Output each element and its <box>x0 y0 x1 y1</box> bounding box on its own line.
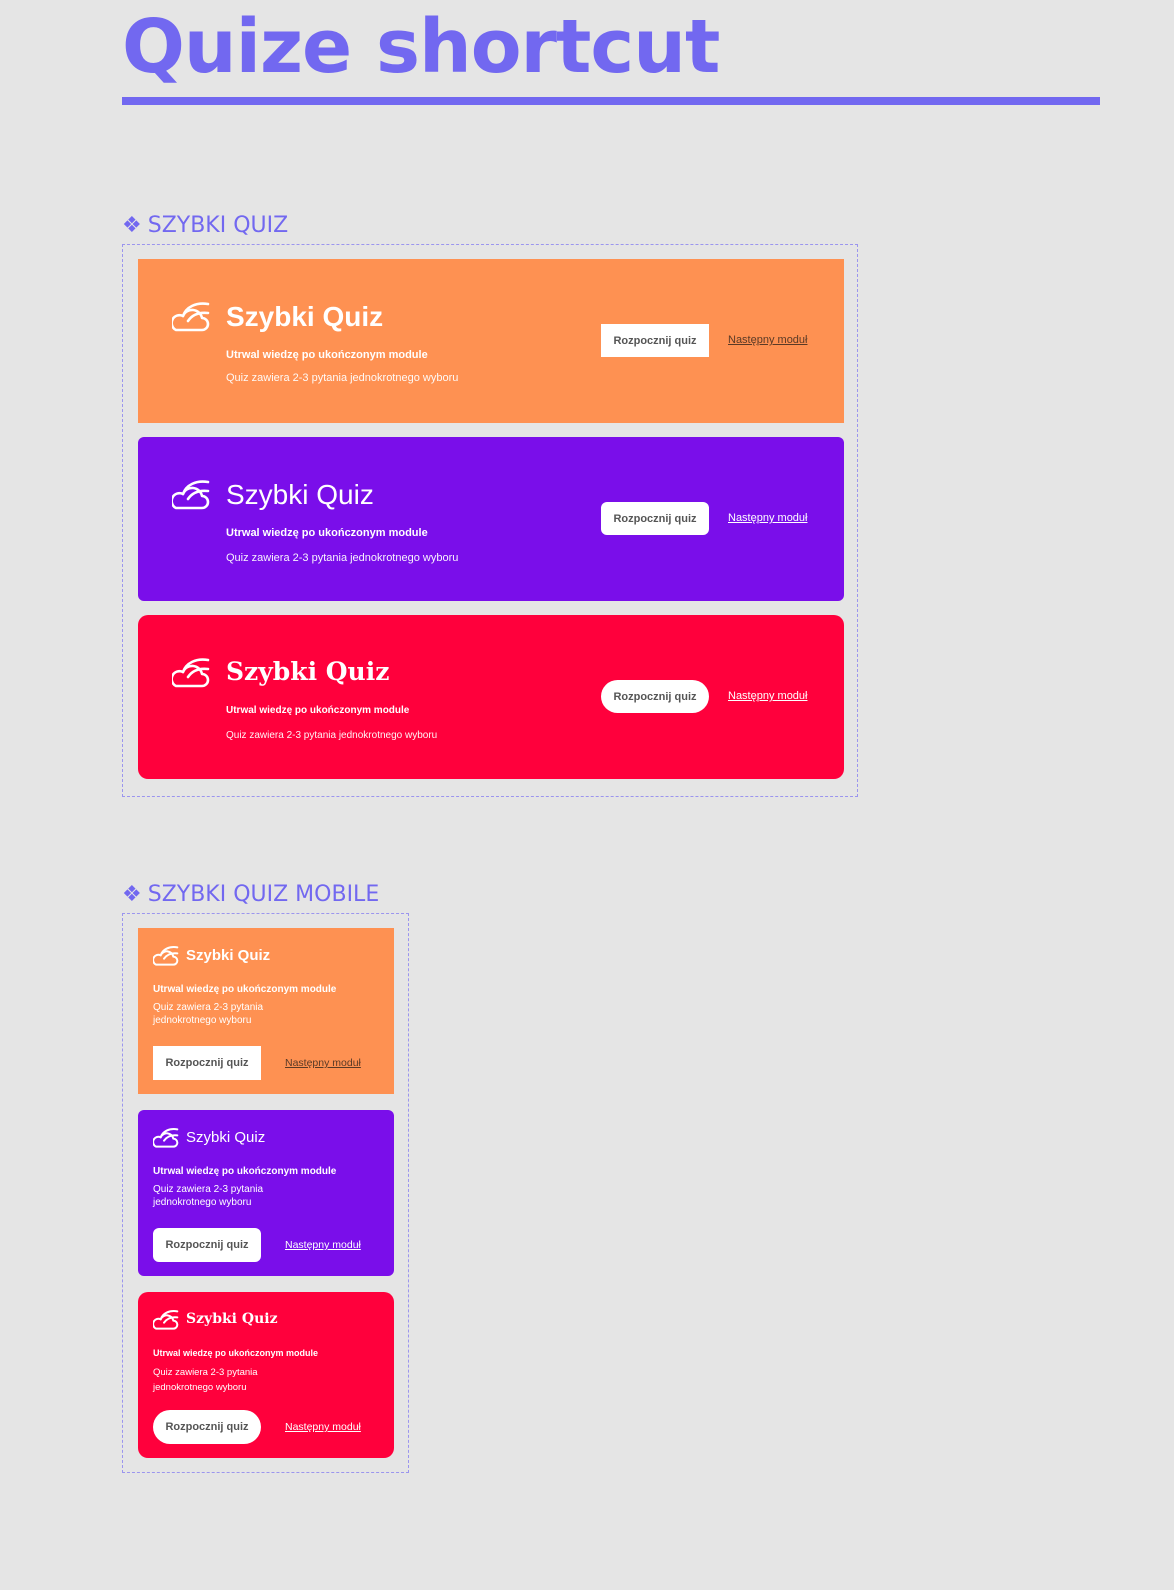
quiz-card-desktop-orange: Szybki Quiz Utrwal wiedzę po ukończonym … <box>138 259 844 423</box>
start-quiz-button[interactable]: Rozpocznij quiz <box>153 1410 261 1444</box>
quiz-card-desktop-red: Szybki Quiz Utrwal wiedzę po ukończonym … <box>138 615 844 779</box>
card-subtitle: Utrwal wiedzę po ukończonym module <box>153 1166 337 1177</box>
next-module-link[interactable]: Następny moduł <box>285 1239 361 1251</box>
cloud-quiz-icon <box>153 1310 179 1330</box>
quiz-card-mobile-orange: Szybki Quiz Utrwal wiedzę po ukończonym … <box>138 928 394 1094</box>
card-subtitle: Utrwal wiedzę po ukończonym module <box>153 984 337 995</box>
card-subtitle: Utrwal wiedzę po ukończonym module <box>226 349 428 361</box>
card-subtitle: Utrwal wiedzę po ukończonym module <box>226 527 428 539</box>
next-module-link[interactable]: Następny moduł <box>285 1421 361 1433</box>
cloud-quiz-icon <box>172 480 210 510</box>
start-quiz-button[interactable]: Rozpocznij quiz <box>153 1046 261 1080</box>
card-description: Quiz zawiera 2-3 pytania jednokrotnego w… <box>226 730 438 741</box>
start-quiz-button[interactable]: Rozpocznij quiz <box>601 502 709 535</box>
component-diamond-icon: ❖ <box>122 213 142 238</box>
card-description: Quiz zawiera 2-3 pytania jednokrotnego w… <box>226 552 459 564</box>
section-label-text: SZYBKI QUIZ MOBILE <box>147 882 380 907</box>
mobile-variants-frame: Szybki Quiz Utrwal wiedzę po ukończonym … <box>122 913 409 1473</box>
card-subtitle: Utrwal wiedzę po ukończonym module <box>153 1348 319 1358</box>
quiz-card-mobile-purple: Szybki Quiz Utrwal wiedzę po ukończonym … <box>138 1110 394 1276</box>
card-description-line-1: Quiz zawiera 2-3 pytania <box>153 1184 264 1195</box>
start-quiz-button[interactable]: Rozpocznij quiz <box>153 1228 261 1262</box>
card-title: Szybki Quiz <box>186 947 271 964</box>
cloud-quiz-icon <box>153 1128 179 1148</box>
start-quiz-button[interactable]: Rozpocznij quiz <box>601 324 709 357</box>
card-description-line-1: Quiz zawiera 2-3 pytania <box>153 1367 258 1378</box>
cloud-quiz-icon <box>153 946 179 966</box>
card-title: Szybki Quiz <box>226 657 390 686</box>
card-description: Quiz zawiera 2-3 pytania jednokrotnego w… <box>153 1365 293 1395</box>
title-divider <box>122 97 1100 105</box>
next-module-link[interactable]: Następny moduł <box>728 334 808 346</box>
next-module-link[interactable]: Następny moduł <box>285 1057 361 1069</box>
card-title: Szybki Quiz <box>226 479 374 510</box>
quiz-card-desktop-purple: Szybki Quiz Utrwal wiedzę po ukończonym … <box>138 437 844 601</box>
card-title: Szybki Quiz <box>186 1129 266 1146</box>
cloud-quiz-icon <box>172 658 210 688</box>
card-title: Szybki Quiz <box>226 301 384 332</box>
card-description-line-2: jednokrotnego wyboru <box>153 1015 252 1026</box>
start-quiz-button[interactable]: Rozpocznij quiz <box>601 680 709 713</box>
quiz-card-mobile-red: Szybki Quiz Utrwal wiedzę po ukończonym … <box>138 1292 394 1458</box>
page-title: Quize shortcut <box>122 4 720 90</box>
next-module-link[interactable]: Następny moduł <box>728 690 808 702</box>
card-description-line-2: jednokrotnego wyboru <box>153 1197 252 1208</box>
next-module-link[interactable]: Następny moduł <box>728 512 808 524</box>
card-title: Szybki Quiz <box>186 1311 278 1327</box>
card-subtitle: Utrwal wiedzę po ukończonym module <box>226 705 410 716</box>
section-label-text: SZYBKI QUIZ <box>147 213 289 238</box>
card-description: Quiz zawiera 2-3 pytania jednokrotnego w… <box>226 372 459 384</box>
section-label-mobile: ❖ SZYBKI QUIZ MOBILE <box>122 882 379 908</box>
component-diamond-icon: ❖ <box>122 882 142 907</box>
desktop-variants-frame: Szybki Quiz Utrwal wiedzę po ukończonym … <box>122 244 858 797</box>
card-description-line-1: Quiz zawiera 2-3 pytania <box>153 1002 264 1013</box>
card-description-line-2: jednokrotnego wyboru <box>153 1382 247 1393</box>
card-description: Quiz zawiera 2-3 pytania jednokrotnego w… <box>153 1001 293 1027</box>
card-description: Quiz zawiera 2-3 pytania jednokrotnego w… <box>153 1183 293 1209</box>
cloud-quiz-icon <box>172 302 210 332</box>
section-label-desktop: ❖ SZYBKI QUIZ <box>122 213 288 239</box>
